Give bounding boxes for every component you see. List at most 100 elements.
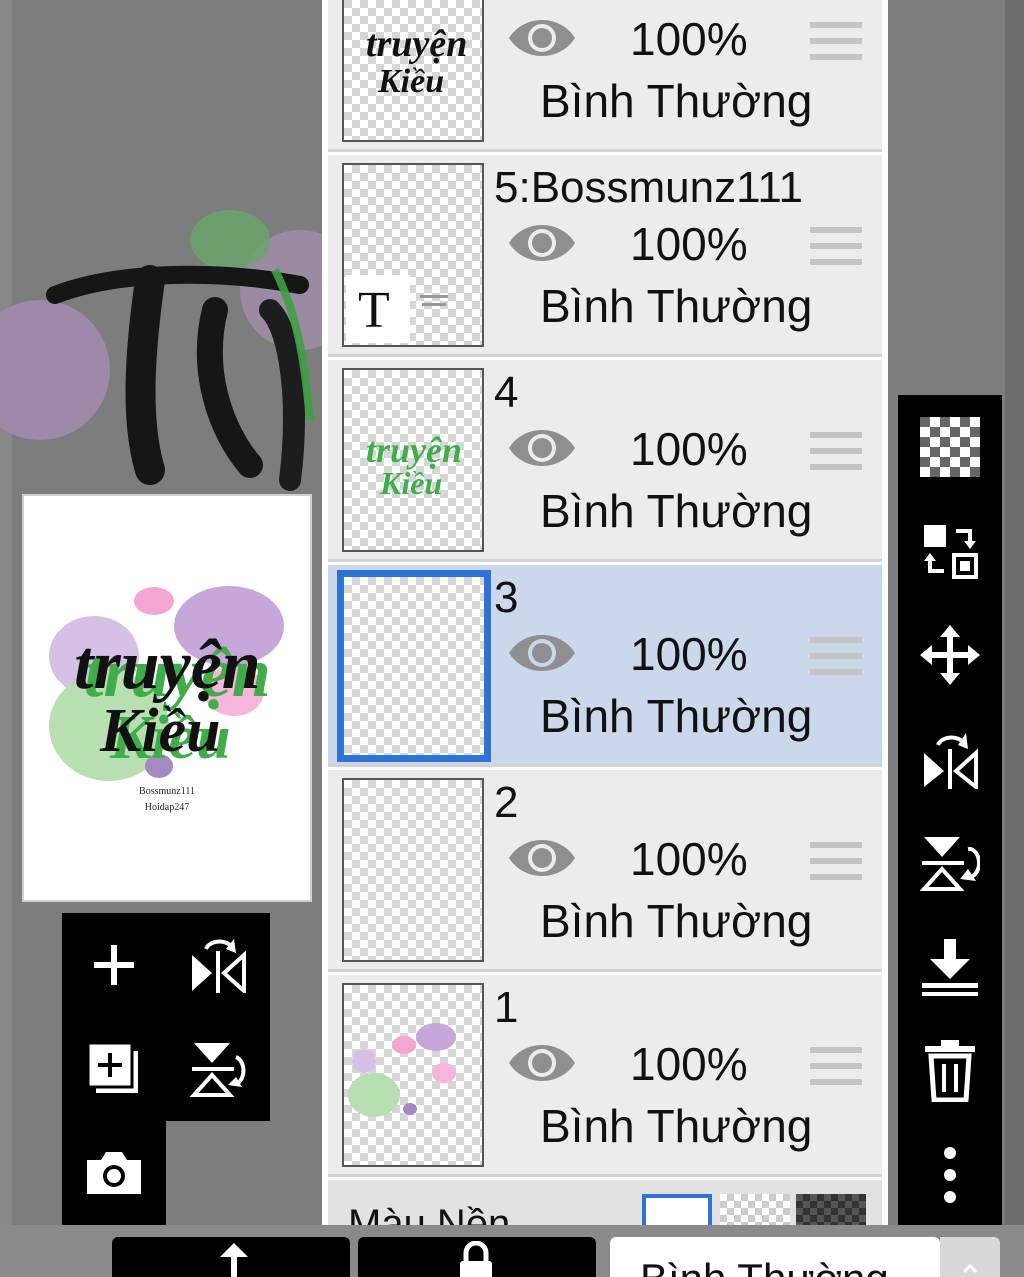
drag-handle-icon[interactable]	[810, 227, 862, 267]
layer-thumbnail[interactable]	[342, 778, 484, 962]
drag-handle-icon[interactable]	[810, 637, 862, 677]
alpha-lock-button[interactable]	[358, 1237, 596, 1277]
layer-row-selected[interactable]: 3 100% Bình Thường	[328, 565, 882, 767]
layer-blend-mode[interactable]: Bình Thường	[540, 1099, 812, 1153]
flip-horizontal-icon	[192, 939, 246, 993]
clipping-button[interactable]	[112, 1237, 350, 1277]
layer-blend-mode[interactable]: Bình Thường	[540, 279, 812, 333]
eye-icon[interactable]	[506, 629, 578, 677]
layer-opacity[interactable]: 100%	[630, 1037, 748, 1091]
layer-row[interactable]: 1 100% Bình Thường	[328, 975, 882, 1177]
more-options-icon	[944, 1147, 956, 1203]
layer-tools-panel	[62, 913, 270, 1121]
layer-name: 3	[494, 573, 519, 622]
move-button[interactable]	[898, 603, 1002, 707]
svg-text:Kiều: Kiều	[379, 465, 442, 501]
lock-icon	[460, 1241, 492, 1277]
more-options-button[interactable]	[898, 1123, 1002, 1227]
layer-name: 2	[494, 778, 519, 827]
layer-row[interactable]: 2 100% Bình Thường	[328, 770, 882, 972]
layer-blend-mode[interactable]: Bình Thường	[540, 689, 812, 743]
eye-icon[interactable]	[506, 219, 578, 267]
flip-vertical-icon	[920, 837, 980, 891]
blend-mode-value: Bình Thường	[640, 1255, 889, 1277]
layer-tools-panel-extra	[62, 1120, 166, 1225]
camera-icon	[87, 1152, 141, 1194]
flip-vertical-button[interactable]	[898, 811, 1002, 915]
svg-text:truyện: truyện	[366, 23, 467, 65]
background-color-label: Màu Nền	[348, 1202, 511, 1225]
layer-thumbnail[interactable]: truyện Kiều	[342, 0, 484, 142]
merge-down-icon	[922, 939, 978, 996]
eye-icon[interactable]	[506, 424, 578, 472]
drag-handle-icon[interactable]	[810, 842, 862, 882]
layer-blend-mode[interactable]: Bình Thường	[540, 74, 812, 128]
layer-thumbnail[interactable]	[342, 983, 484, 1167]
canvas-artwork	[0, 210, 330, 491]
script-text-thumbnail: truyện Kiều	[366, 23, 467, 100]
background-color-row: Màu Nền	[328, 1180, 882, 1225]
layer-action-toolbar	[898, 395, 1002, 1225]
move-icon	[920, 625, 980, 685]
clipping-arrow-icon	[220, 1243, 248, 1277]
flip-layer-vertical-button[interactable]	[166, 1017, 270, 1121]
text-layer-icon: T	[358, 282, 390, 339]
swap-button[interactable]	[898, 499, 1002, 603]
layer-thumbnail[interactable]: truyện Kiều	[342, 368, 484, 552]
layer-row[interactable]: truyện Kiều 100% Bình Thường	[328, 0, 882, 152]
blend-mode-dropdown-button[interactable]	[940, 1237, 1000, 1277]
transparency-button[interactable]	[898, 395, 1002, 499]
bottom-bar: Bình Thường	[0, 1225, 1024, 1277]
bg-dark-swatch[interactable]	[796, 1194, 866, 1225]
drag-handle-icon[interactable]	[810, 1047, 862, 1087]
text-layer-badge: T	[346, 275, 410, 343]
canvas-edge-strip	[1005, 0, 1024, 1277]
chevron-up-icon	[962, 1263, 978, 1273]
merge-down-button[interactable]	[898, 915, 1002, 1019]
layer-opacity[interactable]: 100%	[630, 12, 748, 66]
layer-row[interactable]: T 5:Bossmunz111 100% Bình Thường	[328, 155, 882, 357]
drag-handle-icon[interactable]	[810, 22, 862, 62]
layer-thumbnail[interactable]: T	[342, 163, 484, 347]
layer-opacity[interactable]: 100%	[630, 832, 748, 886]
svg-text:truyện: truyện	[366, 430, 462, 470]
layer-blend-mode[interactable]: Bình Thường	[540, 894, 812, 948]
add-layer-icon	[94, 945, 134, 985]
eye-icon[interactable]	[506, 1039, 578, 1087]
preview-title-line2: Kiều	[99, 697, 221, 765]
layer-row[interactable]: truyện Kiều 4 100% Bình Thường	[328, 360, 882, 562]
trash-icon	[925, 1040, 975, 1102]
transparency-checker-icon	[920, 417, 980, 477]
flip-vertical-icon	[189, 1043, 246, 1097]
eye-icon[interactable]	[506, 834, 578, 882]
eye-icon[interactable]	[506, 14, 578, 62]
preview-credit-site: Hoidap247	[144, 802, 190, 813]
delete-layer-button[interactable]	[898, 1019, 1002, 1123]
layer-panel: truyện Kiều 100% Bình Thường T 5:Bossmun…	[322, 0, 888, 1225]
layer-blend-mode[interactable]: Bình Thường	[540, 484, 812, 538]
swap-icon	[924, 525, 978, 579]
layer-opacity[interactable]: 100%	[630, 217, 748, 271]
layer-name: 1	[494, 983, 519, 1032]
flip-layer-horizontal-button[interactable]	[166, 913, 270, 1017]
layer-name: 5:Bossmunz111	[494, 163, 803, 212]
copy-layer-icon	[86, 1041, 138, 1093]
camera-button[interactable]	[62, 1120, 166, 1224]
layer-name: 4	[494, 368, 519, 417]
green-script-thumbnail: truyện Kiều	[366, 430, 462, 501]
blobs-thumbnail	[348, 1023, 456, 1117]
svg-text:Kiều: Kiều	[377, 63, 444, 100]
flip-horizontal-button[interactable]	[898, 707, 1002, 811]
layer-opacity[interactable]: 100%	[630, 422, 748, 476]
bg-transparent-swatch[interactable]	[720, 1194, 790, 1225]
layer-thumbnail[interactable]	[337, 570, 491, 762]
canvas-preview[interactable]: truyện truyện Kiều Kiều Bossmunz111 Hoid…	[22, 494, 312, 902]
duplicate-layer-button[interactable]	[62, 1017, 166, 1121]
drag-handle-icon[interactable]	[810, 432, 862, 472]
flip-horizontal-icon	[924, 733, 978, 789]
preview-title-line1: truyện	[74, 627, 261, 704]
add-layer-button[interactable]	[62, 913, 166, 1017]
layer-opacity[interactable]: 100%	[630, 627, 748, 681]
blend-mode-select[interactable]: Bình Thường	[610, 1237, 940, 1277]
bg-white-swatch[interactable]	[642, 1194, 712, 1225]
